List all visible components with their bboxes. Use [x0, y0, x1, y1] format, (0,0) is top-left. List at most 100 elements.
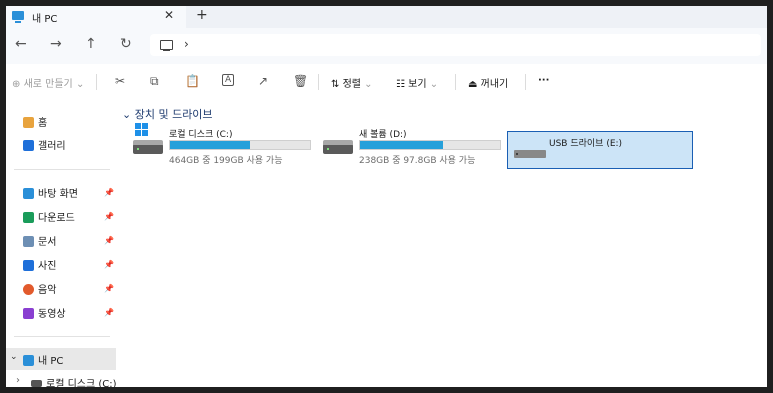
gallery-icon [23, 140, 34, 151]
back-button[interactable]: ← [15, 36, 27, 52]
usage-bar-fill [360, 141, 443, 149]
computer-icon [160, 40, 173, 52]
document-icon [23, 236, 34, 247]
usage-bar-fill [170, 141, 250, 149]
computer-icon [12, 11, 24, 23]
forward-button[interactable]: → [50, 36, 62, 52]
address-bar[interactable]: › [150, 34, 761, 56]
sidebar-item-label: 로컬 디스크 (C:) [46, 379, 117, 387]
section-header[interactable]: ⌄ 장치 및 드라이브 [122, 106, 213, 122]
copy-icon[interactable]: ⧉ [150, 74, 159, 89]
sidebar-item-label: 바탕 화면 [38, 189, 78, 200]
sort-button[interactable]: ⇅ 정렬 ⌄ [331, 75, 373, 90]
divider [318, 74, 319, 90]
tab-this-pc[interactable]: 내 PC ✕ [6, 6, 186, 28]
view-button[interactable]: ☷ 보기 ⌄ [396, 75, 438, 90]
pin-icon[interactable]: 📌 [104, 308, 114, 317]
sidebar-item-music[interactable]: 음악 [23, 281, 56, 297]
drive-icon [31, 380, 42, 387]
home-icon [23, 117, 34, 128]
sidebar-item-videos[interactable]: 동영상 [23, 305, 66, 321]
chevron-down-icon: ⌄ [364, 79, 373, 90]
section-title: 장치 및 드라이브 [134, 108, 213, 121]
divider [14, 169, 110, 170]
drive-d[interactable]: 새 볼륨 (D:) 238GB 중 97.8GB 사용 가능 [323, 124, 503, 166]
pictures-icon [23, 260, 34, 271]
chevron-down-icon: ⌄ [75, 79, 85, 90]
content-area: ⌄ 장치 및 드라이브 로컬 디스크 (C:) 464GB 중 199GB 사용… [116, 100, 767, 387]
sidebar-item-local-disk[interactable]: 로컬 디스크 (C:) [31, 375, 117, 387]
desktop-icon [23, 188, 34, 199]
chevron-down-icon[interactable]: ⌄ [10, 352, 18, 362]
pin-icon[interactable]: 📌 [104, 212, 114, 221]
drive-e-usb-selected[interactable]: USB 드라이브 (E:) [507, 131, 693, 169]
drive-name: 로컬 디스크 (C:) [169, 130, 233, 140]
plus-circle-icon: ⊕ [12, 79, 21, 90]
sidebar-item-label: 갤러리 [38, 141, 66, 152]
sort-button-label: 정렬 [342, 79, 361, 90]
pin-icon[interactable]: 📌 [104, 284, 114, 293]
sidebar-item-label: 음악 [38, 285, 57, 296]
up-button[interactable]: ↑ [85, 36, 97, 52]
share-icon[interactable]: ↗ [258, 74, 268, 88]
command-toolbar: ⊕ 새로 만들기 ⌄ ✂ ⧉ 📋 A ↗ 🗑 ⇅ 정렬 ⌄ ☷ 보기 ⌄ ⏏ 꺼… [6, 64, 767, 101]
pin-icon[interactable]: 📌 [104, 236, 114, 245]
delete-icon[interactable]: 🗑 [293, 74, 308, 88]
view-icon: ☷ [396, 79, 405, 90]
sidebar-item-documents[interactable]: 문서 [23, 233, 56, 249]
eject-button-label: 꺼내기 [480, 79, 509, 90]
eject-button[interactable]: ⏏ 꺼내기 [468, 75, 508, 90]
drive-led [137, 148, 139, 150]
paste-icon[interactable]: 📋 [185, 74, 200, 88]
tab-bar: 내 PC ✕ + [6, 6, 767, 28]
sort-icon: ⇅ [331, 79, 340, 90]
sidebar-item-label: 문서 [38, 237, 57, 248]
divider [455, 74, 456, 90]
drive-led [327, 148, 329, 150]
new-tab-button[interactable]: + [196, 7, 208, 23]
close-tab-icon[interactable]: ✕ [164, 8, 174, 22]
chevron-right-icon[interactable]: › [16, 375, 20, 386]
sidebar-item-downloads[interactable]: 다운로드 [23, 209, 75, 225]
sidebar-item-pictures[interactable]: 사진 [23, 257, 56, 273]
computer-icon [23, 355, 34, 366]
drive-name: USB 드라이브 (E:) [549, 139, 623, 149]
pin-icon[interactable]: 📌 [104, 260, 114, 269]
sidebar-item-label: 동영상 [38, 309, 66, 320]
rename-icon[interactable]: A [222, 74, 235, 86]
drive-led [516, 153, 518, 155]
new-button-label: 새로 만들기 [23, 79, 73, 90]
sidebar-item-this-pc[interactable]: 내 PC [23, 352, 63, 368]
view-button-label: 보기 [408, 79, 427, 90]
sidebar-item-home[interactable]: 홈 [23, 114, 47, 130]
sidebar-item-label: 다운로드 [38, 213, 75, 224]
eject-icon: ⏏ [468, 79, 478, 90]
drive-name: 새 볼륨 (D:) [359, 130, 407, 140]
sidebar-item-desktop[interactable]: 바탕 화면 [23, 185, 78, 201]
cut-icon[interactable]: ✂ [115, 74, 125, 88]
chevron-down-icon: ⌄ [122, 108, 132, 121]
music-icon [23, 284, 34, 295]
file-explorer-window: 내 PC ✕ + ← → ↑ ↻ › ⊕ 새로 만들기 ⌄ ✂ ⧉ 📋 A ↗ … [6, 6, 767, 387]
chevron-down-icon: ⌄ [429, 79, 439, 90]
more-options-icon[interactable]: ··· [538, 75, 549, 86]
download-icon [23, 212, 34, 223]
usb-drive-icon [514, 150, 546, 158]
sidebar-item-gallery[interactable]: 갤러리 [23, 137, 66, 153]
usage-bar [359, 140, 501, 150]
divider [96, 74, 97, 90]
drive-c[interactable]: 로컬 디스크 (C:) 464GB 중 199GB 사용 가능 [133, 123, 313, 166]
pin-icon[interactable]: 📌 [104, 188, 114, 197]
divider [525, 74, 526, 90]
refresh-button[interactable]: ↻ [120, 36, 132, 52]
sidebar-item-label: 내 PC [38, 356, 64, 367]
windows-logo-icon [135, 123, 149, 137]
new-button[interactable]: ⊕ 새로 만들기 ⌄ [12, 75, 84, 90]
tab-title: 내 PC [32, 14, 58, 25]
breadcrumb-chevron-icon[interactable]: › [184, 37, 189, 51]
navigation-bar: ← → ↑ ↻ › [6, 28, 767, 64]
usage-bar [169, 140, 311, 150]
sidebar-item-label: 사진 [38, 261, 57, 272]
divider [14, 336, 110, 337]
navigation-pane: 홈 갤러리 바탕 화면 📌 다운로드 📌 문서 📌 사진 📌 음악 📌 동영상 … [6, 100, 117, 387]
